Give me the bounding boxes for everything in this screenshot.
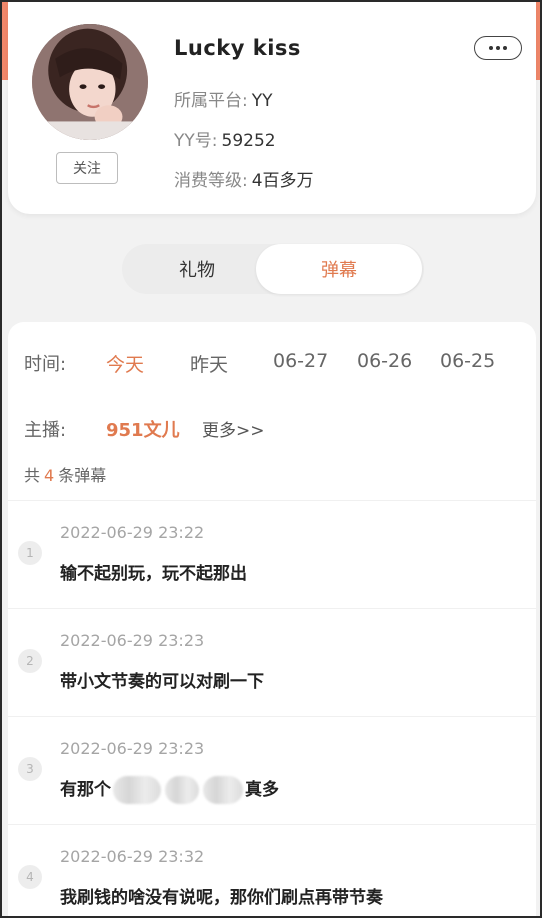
date-option-06-26[interactable]: 06-26 — [357, 350, 412, 372]
danmaku-panel: 时间: 今天 昨天 06-27 06-26 06-25 主播: 951文儿 更多… — [8, 322, 536, 918]
yy-id-label: YY号: — [174, 131, 218, 151]
item-index: 3 — [18, 757, 42, 781]
nickname: Lucky kiss — [174, 36, 301, 60]
item-index: 1 — [18, 541, 42, 565]
item-timestamp: 2022-06-29 23:22 — [60, 523, 205, 542]
item-timestamp: 2022-06-29 23:23 — [60, 631, 205, 650]
count-number: 4 — [44, 466, 55, 485]
date-option-yesterday[interactable]: 昨天 — [190, 350, 228, 377]
more-hosts-link[interactable]: 更多>> — [202, 416, 265, 441]
count-prefix: 共 — [24, 466, 41, 485]
yy-id-row: YY号: 59252 — [174, 126, 276, 151]
item-text: 有那个 真多 — [60, 775, 279, 804]
consumption-level-label: 消费等级: — [174, 171, 248, 191]
list-item: 2 2022-06-29 23:23 带小文节奏的可以对刷一下 — [8, 608, 536, 716]
date-option-06-25[interactable]: 06-25 — [440, 350, 495, 372]
list-item: 4 2022-06-29 23:32 我刷钱的啥没有说呢，那你们刷点再带节奏 — [8, 824, 536, 918]
tab-gifts[interactable]: 礼物 — [122, 244, 272, 294]
danmaku-count: 共 4 条弹幕 — [24, 462, 106, 486]
item-index: 2 — [18, 649, 42, 673]
avatar[interactable] — [32, 24, 148, 140]
consumption-level-value: 4百多万 — [251, 171, 314, 191]
list-item: 1 2022-06-29 23:22 输不起别玩，玩不起那出 — [8, 500, 536, 608]
blurred-text — [165, 776, 199, 804]
danmaku-list: 1 2022-06-29 23:22 输不起别玩，玩不起那出 2 2022-06… — [8, 500, 536, 918]
blurred-text — [113, 776, 161, 804]
item-timestamp: 2022-06-29 23:23 — [60, 739, 205, 758]
tab-danmaku[interactable]: 弹幕 — [256, 244, 422, 294]
count-suffix: 条弹幕 — [58, 466, 107, 485]
item-text-before: 有那个 — [60, 780, 111, 800]
platform-value: YY — [251, 91, 273, 111]
item-text: 我刷钱的啥没有说呢，那你们刷点再带节奏 — [60, 888, 383, 908]
profile-card: 关注 Lucky kiss 所属平台: YY YY号: 59252 消费等级: 4百多… — [8, 2, 536, 214]
item-index: 4 — [18, 865, 42, 889]
host-filter-label: 主播: — [24, 420, 67, 441]
yy-id-value: 59252 — [221, 131, 276, 151]
item-text: 带小文节奏的可以对刷一下 — [60, 672, 264, 692]
platform-row: 所属平台: YY — [174, 86, 273, 111]
consumption-level-row: 消费等级: 4百多万 — [174, 166, 314, 191]
ellipsis-icon[interactable] — [474, 36, 522, 60]
date-option-today[interactable]: 今天 — [106, 350, 144, 377]
item-timestamp: 2022-06-29 23:32 — [60, 847, 205, 866]
item-text-after: 真多 — [245, 780, 279, 800]
blurred-text — [203, 776, 243, 804]
platform-label: 所属平台: — [174, 91, 248, 111]
tab-bar: 礼物 弹幕 — [122, 244, 424, 294]
avatar-image — [32, 24, 148, 140]
follow-button[interactable]: 关注 — [56, 152, 118, 184]
time-filter-label: 时间: — [24, 354, 67, 375]
date-option-06-27[interactable]: 06-27 — [273, 350, 328, 372]
item-text: 输不起别玩，玩不起那出 — [60, 564, 247, 584]
list-item: 3 2022-06-29 23:23 有那个 真多 — [8, 716, 536, 824]
host-name[interactable]: 951文儿 — [106, 416, 180, 442]
